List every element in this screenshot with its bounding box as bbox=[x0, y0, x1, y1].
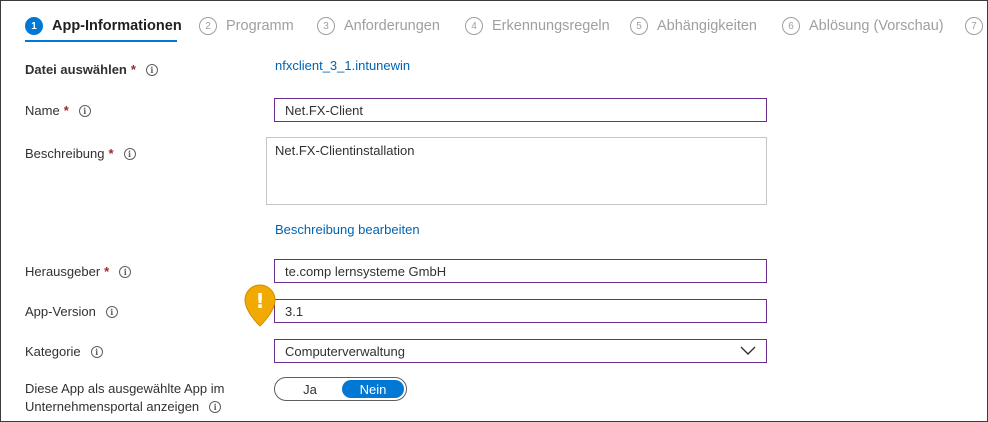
description-label: Beschreibung * i bbox=[25, 146, 136, 161]
step-number-3: 3 bbox=[317, 17, 335, 35]
tab-label: Ablösung (Vorschau) bbox=[809, 18, 944, 34]
info-icon[interactable]: i bbox=[90, 345, 103, 358]
tab-abloesung[interactable]: 6 Ablösung (Vorschau) bbox=[782, 15, 944, 37]
step-number-4: 4 bbox=[465, 17, 483, 35]
info-icon[interactable]: i bbox=[78, 104, 91, 117]
info-icon[interactable]: i bbox=[123, 147, 136, 160]
tab-anforderungen[interactable]: 3 Anforderungen bbox=[317, 15, 440, 37]
warning-pin-icon: ! bbox=[244, 284, 276, 327]
tab-erkennungsregeln[interactable]: 4 Erkennungsregeln bbox=[465, 15, 610, 37]
featured-toggle[interactable]: Ja Nein bbox=[274, 377, 407, 401]
publisher-label: Herausgeber * i bbox=[25, 264, 132, 279]
required-marker: * bbox=[130, 62, 136, 77]
tab-programm[interactable]: 2 Programm bbox=[199, 15, 294, 37]
info-icon[interactable]: i bbox=[119, 265, 132, 278]
file-label: Datei auswählen * i bbox=[25, 62, 158, 77]
info-icon[interactable]: i bbox=[145, 63, 158, 76]
tab-app-informationen[interactable]: 1 App-Informationen bbox=[25, 15, 182, 37]
wizard-tabs: 1 App-Informationen 2 Programm 3 Anforde… bbox=[1, 1, 987, 45]
name-label: Name * i bbox=[25, 103, 91, 118]
publisher-input[interactable] bbox=[274, 259, 767, 283]
app-info-panel: 1 App-Informationen 2 Programm 3 Anforde… bbox=[0, 0, 988, 422]
step-number-5: 5 bbox=[630, 17, 648, 35]
category-selected-value: Computerverwaltung bbox=[285, 343, 405, 359]
info-icon[interactable]: i bbox=[105, 305, 118, 318]
category-label: Kategorie i bbox=[25, 344, 103, 359]
tab-label: Abhängigkeiten bbox=[657, 18, 757, 34]
toggle-option-ja[interactable]: Ja bbox=[278, 380, 342, 398]
chevron-down-icon bbox=[740, 346, 756, 355]
tab-abhaengigkeiten[interactable]: 5 Abhängigkeiten bbox=[630, 15, 757, 37]
tab-label: App-Informationen bbox=[52, 18, 182, 34]
version-input[interactable] bbox=[274, 299, 767, 323]
info-icon[interactable]: i bbox=[209, 400, 222, 413]
active-tab-underline bbox=[25, 40, 177, 42]
tab-label: Anforderungen bbox=[344, 18, 440, 34]
required-marker: * bbox=[104, 264, 110, 279]
description-textarea[interactable]: Net.FX-Clientinstallation bbox=[266, 137, 767, 205]
edit-description-link[interactable]: Beschreibung bearbeiten bbox=[275, 222, 420, 237]
required-marker: * bbox=[63, 103, 69, 118]
selected-file-link[interactable]: nfxclient_3_1.intunewin bbox=[275, 58, 410, 73]
required-marker: * bbox=[108, 146, 114, 161]
name-input[interactable] bbox=[274, 98, 767, 122]
tab-step-7[interactable]: 7 bbox=[965, 15, 988, 37]
warning-pin-glyph: ! bbox=[255, 289, 264, 313]
tab-label: Programm bbox=[226, 18, 294, 34]
featured-label-line1: Diese App als ausgewählte App im bbox=[25, 381, 225, 396]
toggle-option-nein[interactable]: Nein bbox=[342, 380, 404, 398]
version-label: App-Version i bbox=[25, 304, 118, 319]
featured-label-line2: Unternehmensportal anzeigen i bbox=[25, 399, 222, 414]
category-dropdown[interactable]: Computerverwaltung bbox=[274, 339, 767, 363]
tab-label: Erkennungsregeln bbox=[492, 18, 610, 34]
step-number-2: 2 bbox=[199, 17, 217, 35]
step-number-7: 7 bbox=[965, 17, 983, 35]
step-number-6: 6 bbox=[782, 17, 800, 35]
step-number-1: 1 bbox=[25, 17, 43, 35]
